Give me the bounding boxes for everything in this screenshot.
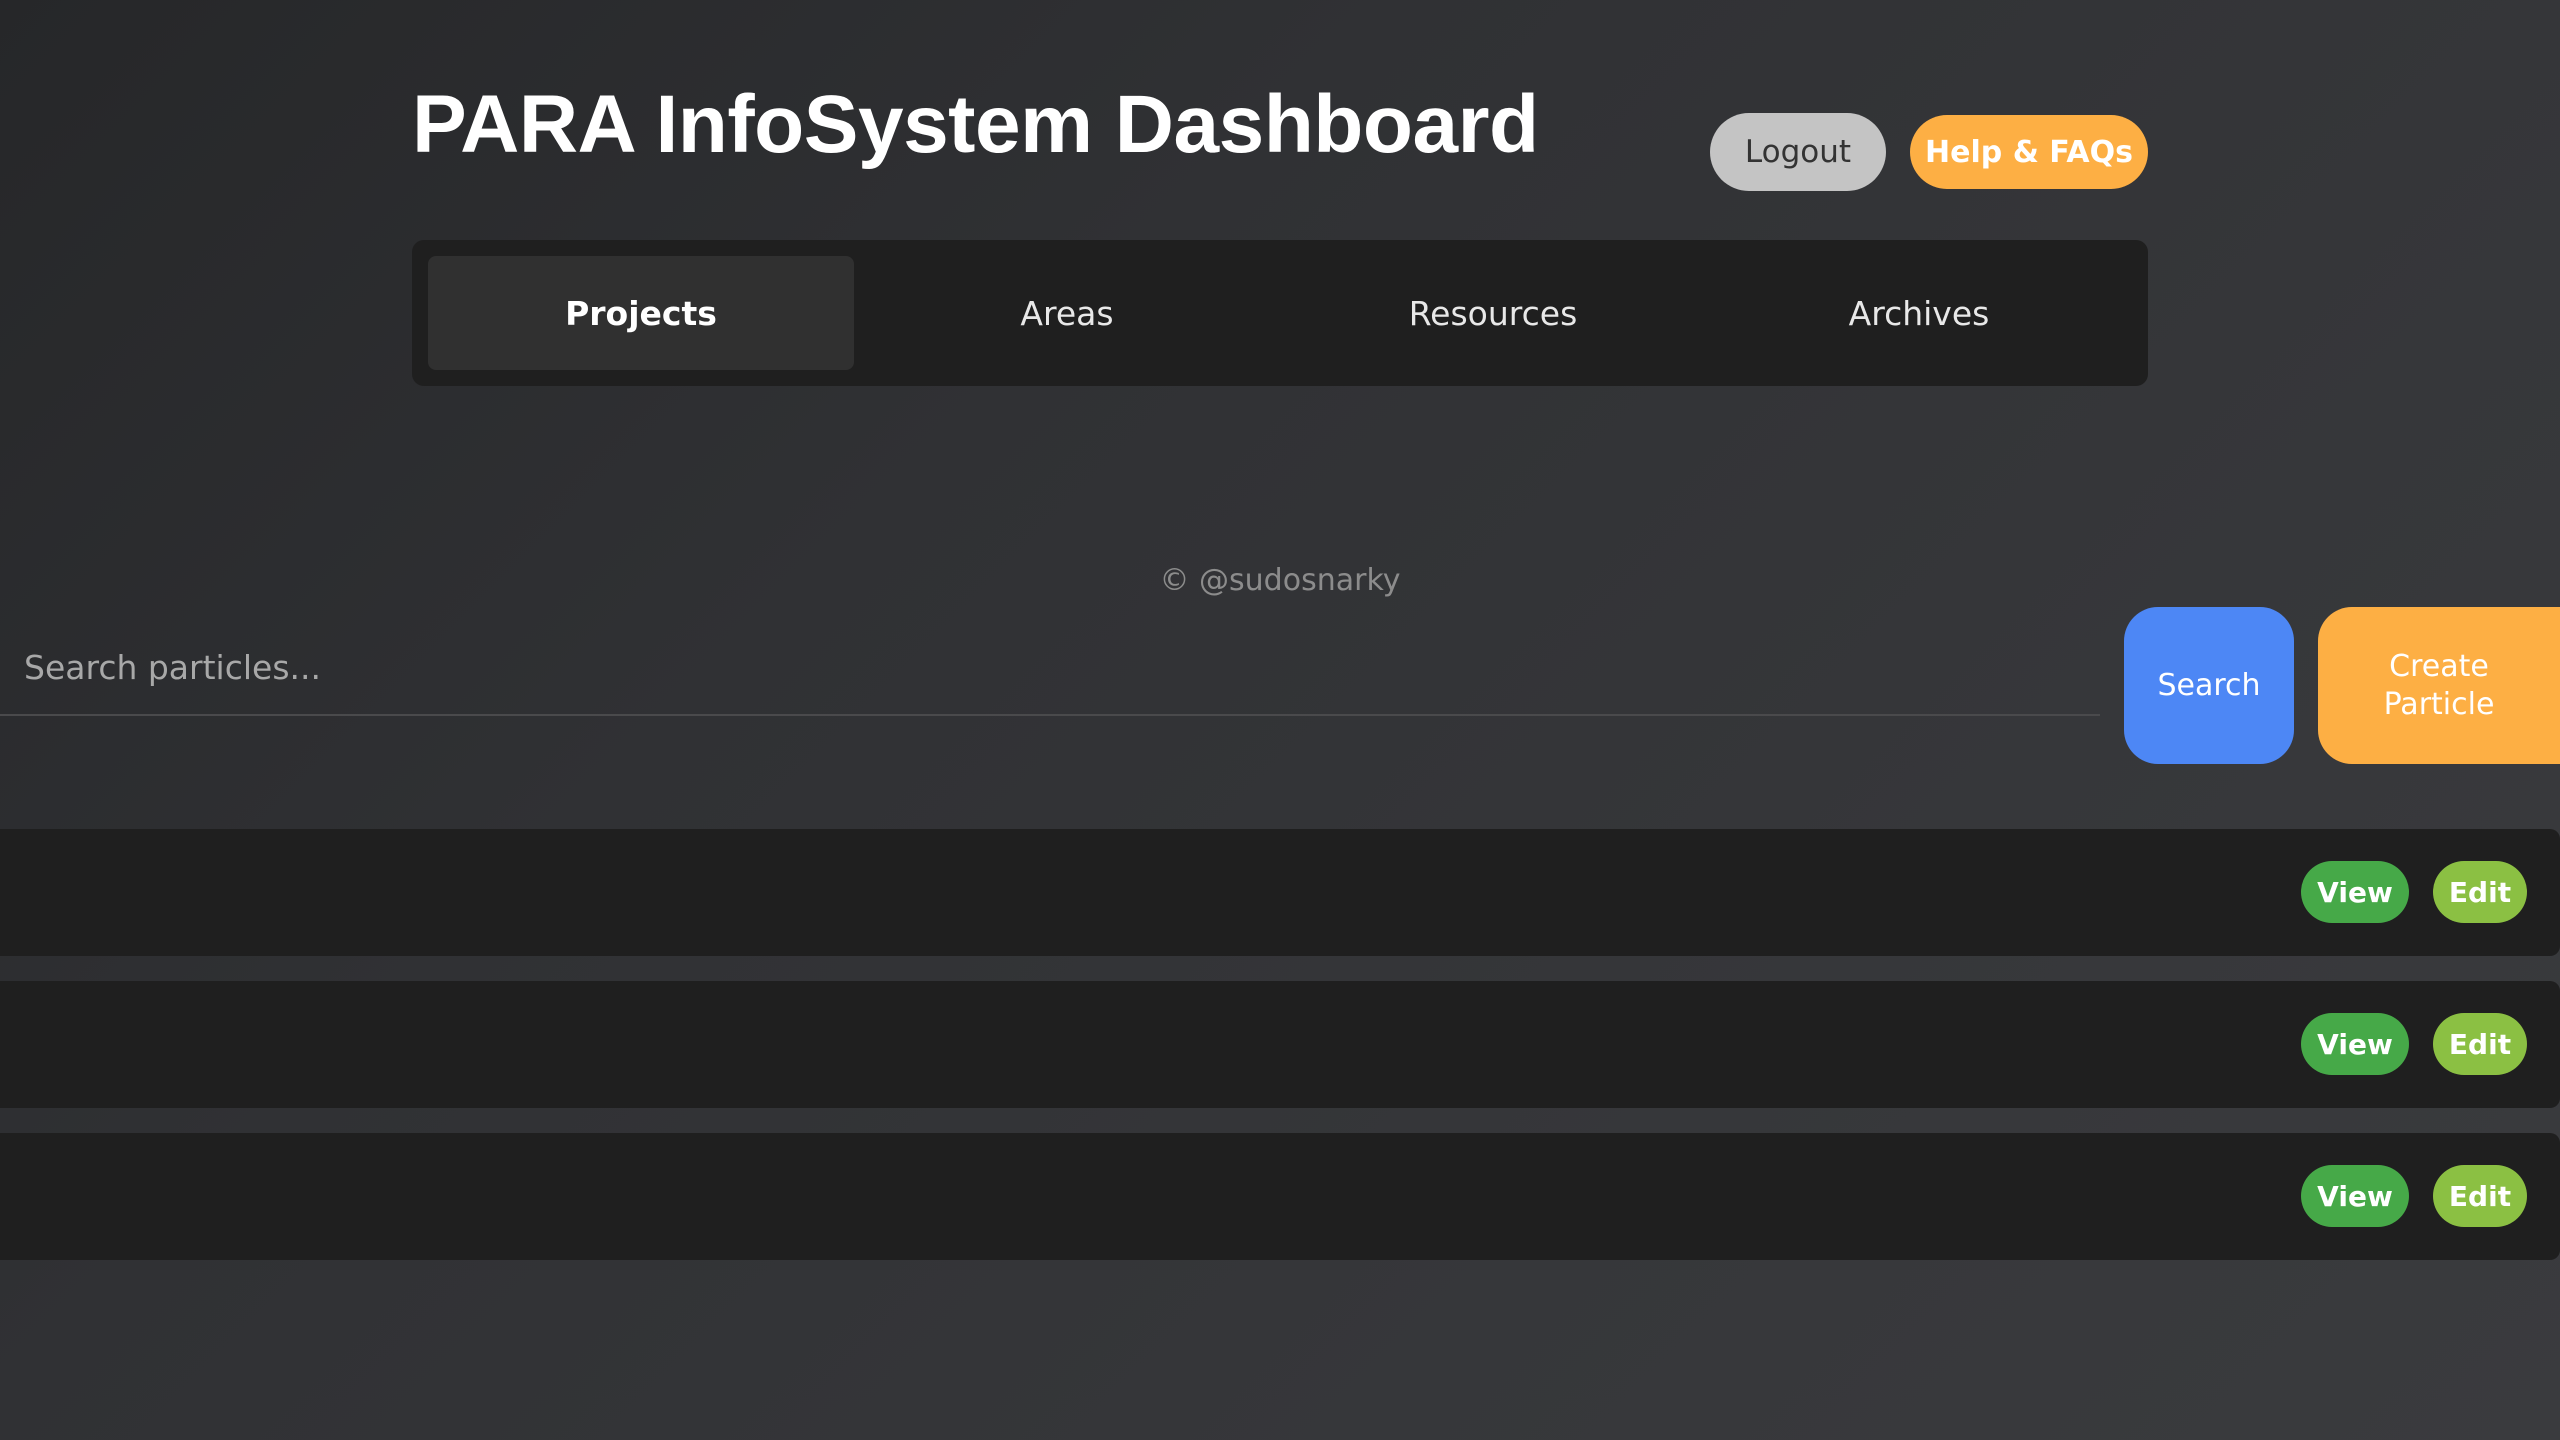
create-particle-button[interactable]: Create Particle [2318,607,2560,764]
tab-projects[interactable]: Projects [428,256,854,370]
search-bar [0,620,2100,716]
copyright-credit: © @sudosnarky [1159,563,1401,598]
page-title: PARA InfoSystem Dashboard [412,79,1539,170]
logout-button[interactable]: Logout [1710,113,1886,191]
edit-button[interactable]: Edit [2433,1165,2527,1227]
tab-areas[interactable]: Areas [854,256,1280,370]
tab-archives[interactable]: Archives [1706,256,2132,370]
particle-list: View Edit View Edit View Edit [0,829,2560,1285]
tab-resources[interactable]: Resources [1280,256,1706,370]
list-item: View Edit [0,1133,2560,1260]
view-button[interactable]: View [2301,861,2409,923]
view-button[interactable]: View [2301,1165,2409,1227]
para-tabs: Projects Areas Resources Archives [412,240,2148,386]
help-faqs-button[interactable]: Help & FAQs [1910,115,2148,189]
edit-button[interactable]: Edit [2433,1013,2527,1075]
search-input[interactable] [0,620,2100,714]
edit-button[interactable]: Edit [2433,861,2527,923]
list-item: View Edit [0,981,2560,1108]
view-button[interactable]: View [2301,1013,2409,1075]
search-button[interactable]: Search [2124,607,2294,764]
list-item: View Edit [0,829,2560,956]
